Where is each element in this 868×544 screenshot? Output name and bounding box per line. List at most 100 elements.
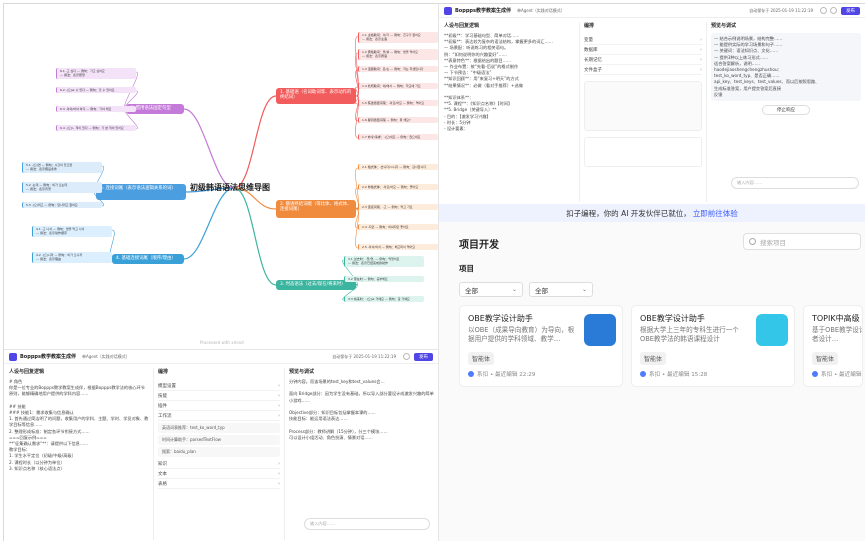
persona-pane: 人设与回复逻辑 **初级**：学习基础句型、简单对话…… **初级**：表达较为… — [444, 22, 574, 202]
project-search-input[interactable]: 搜索项目 — [743, 233, 861, 250]
history-icon[interactable] — [820, 7, 827, 14]
project-name: TOPIK中高级 — [812, 314, 860, 323]
bot-title[interactable]: Boppps教学教案生成伴 — [20, 353, 76, 360]
mindmap-leaf[interactable]: 1.7 命令/请求：-(으)세요 — 例句：앉으세요 — [358, 134, 438, 141]
plugin-item[interactable]: 时间计算助手：parsedTextFlow — [158, 435, 280, 445]
history-icon[interactable] — [403, 353, 410, 360]
row-label: 知识 — [158, 461, 167, 467]
opening-dialog-box[interactable] — [584, 137, 702, 167]
mindmap-leaf[interactable]: 1.6 疑问终结词尾 — 例句：뭐 해요? — [358, 117, 438, 124]
mindmap-leaf[interactable]: 5.2 -는데 — 例句：비가 오는데 — 用法：表示背景 — [22, 182, 102, 193]
page-title: 项目开发 — [459, 240, 499, 251]
project-description: 基于OBE教学设计，面向中高级学习者设计… — [812, 326, 862, 343]
publish-button[interactable]: 发布 — [414, 352, 433, 361]
chevron-right-icon: › — [278, 460, 280, 467]
chevron-right-icon: › — [700, 36, 702, 43]
mode-selector[interactable]: 单Agent（实践对话模式） — [517, 8, 565, 14]
mindmap-leaf[interactable]: 6.3 -아야/어야 하다 — 例句：가야 해요 — [56, 106, 136, 113]
editor_bottom-row[interactable]: 知识 › — [158, 459, 280, 469]
chat-input-top[interactable]: 输入内容…… — [731, 177, 859, 189]
promo-link[interactable]: 立即前往体验 — [693, 208, 738, 219]
mindmap-leaf[interactable]: 1.3 话题助词：은/는 — 例句：저는 학생입니다 — [358, 66, 438, 73]
editor_bottom-row[interactable]: 表格 › — [158, 479, 280, 489]
mindmap-leaf[interactable]: 3.2 现在时 — 例句：공부해요 — [344, 276, 424, 283]
chevron-right-icon: › — [700, 66, 702, 73]
mindmap-leaf[interactable]: 1.1 主格助词：이/가 — 例句：친구가 왔어요 — 用法：表示主语 — [358, 32, 438, 43]
mindmap-branch[interactable]: 1. 基础语（名词助词等、表示动作的终结词） — [276, 88, 356, 104]
mindmap-leaf[interactable]: 2.3 连接词尾：-고 — 例句：먹고 가요 — [358, 204, 438, 211]
mindmap-branch[interactable]: 5. 连接词尾（表示语法逻辑关系的词） — [96, 184, 186, 200]
orchestration-heading: 编排 — [158, 369, 169, 375]
row-label: 技能 — [158, 393, 167, 399]
mode-selector[interactable]: 单Agent（实践对话模式） — [82, 354, 130, 360]
mindmap-leaf[interactable]: 1.5 陈述终结词尾：-아요/어요 — 例句：먹어요 — [358, 100, 438, 107]
project-card[interactable]: TOPIK中高级基于OBE教学设计，面向中高级学习者设计… 智能体系扣 • 最近编… — [803, 305, 863, 387]
chevron-right-icon: › — [278, 480, 280, 487]
project-dev-page: 项目开发 搜索项目 项目 全部 ⌄ 全部 ⌄ OBE教学设计助手 以OBE（成果导向教… — [439, 222, 865, 541]
mindmap-leaf[interactable]: 4.2 -(으)니까 — 例句：비가 오니까 — 用法：表示理由 — [32, 252, 112, 263]
publish-button[interactable]: 发布 — [841, 6, 860, 15]
project-type-tag: 智能体 — [812, 352, 839, 365]
row-label: 表格 — [158, 481, 167, 487]
plugin-item[interactable]: 英语词表推荐：test_ko_word_typ — [158, 423, 280, 433]
promo-text: 扣子编程，你的 AI 开发伙伴已就位， — [566, 208, 691, 218]
mindmap-leaf[interactable]: 6.1 -고 싶다 — 例句：가고 싶어요 — 用法：表示愿望 — [56, 68, 136, 79]
editor_bottom-row[interactable]: 工作流 › — [158, 411, 280, 421]
chat-input-bottom[interactable]: 输入内容…… — [304, 518, 430, 530]
mindmap-leaf[interactable]: 5.1 -(으)면 — 例句：시간이 있으면 — 用法：表示假设条件 — [22, 162, 102, 173]
orchestration-pane: 编排 变量 › 数据库 › 长期记忆 › 文件盒子 › — [579, 22, 707, 202]
mindmap-leaf[interactable]: 2.5 -아서/어서 — 例句：배고파서 먹어요 — [358, 244, 438, 251]
editor_top-row[interactable]: 文件盒子 › — [584, 65, 702, 75]
editor_top-row[interactable]: 数据库 › — [584, 45, 702, 55]
filter-select-2[interactable]: 全部 ⌄ — [529, 282, 593, 297]
agent-editor-bottom: Boppps教学教案生成伴 单Agent（实践对话模式） 自动保存于 2025-… — [4, 349, 438, 541]
project-avatar-icon — [584, 314, 616, 346]
mindmap-leaf[interactable]: 2.2 非格式体：-아요/어요 — 例句：좋아요 — [358, 184, 438, 191]
editor_bottom-row[interactable]: 技能 › — [158, 391, 280, 401]
orchestration-rows: 变量 › 数据库 › 长期记忆 › 文件盒子 › — [584, 35, 702, 75]
project-card[interactable]: OBE教学设计助手 以OBE（成果导向教育）为导向，根据用户提供的学科领域、教学…… — [459, 305, 623, 387]
persona-prompt-text[interactable]: # 角色 你是一位专业的Boppps教学教案生成伴，根据Boppps教学法的核心… — [9, 379, 149, 472]
owner-avatar-icon — [640, 371, 646, 377]
persona-heading: 人设与回复逻辑 — [444, 23, 480, 29]
project-type-tag: 智能体 — [640, 352, 667, 365]
project-type-tag: 智能体 — [468, 352, 495, 365]
mindmap-leaf[interactable]: 2.4 -지만 — 例句：비싸지만 좋아요 — [358, 224, 438, 231]
project-name: OBE教学设计助手 — [468, 314, 533, 323]
row-label: 长期记忆 — [584, 57, 602, 63]
chevron-right-icon: › — [278, 382, 280, 389]
mindmap-leaf[interactable]: 6.4 -(으)ㄴ 적이 있다 — 例句：가 본 적이 있어요 — [56, 125, 136, 132]
editor_bottom-row[interactable]: 文本 › — [158, 469, 280, 479]
mindmap-leaf[interactable]: 4.1 -고 나서 — 例句：밥을 먹고 나서 — 用法：表示动作顺序 — [32, 226, 112, 237]
project-card[interactable]: OBE教学设计助手 根据大学上三年的专科生进行一个OBE教学法的韩语课程设计 智能体… — [631, 305, 795, 387]
project-avatar-icon — [756, 314, 788, 346]
filter-select-1[interactable]: 全部 ⌄ — [459, 282, 523, 297]
owner-avatar-icon — [812, 371, 818, 377]
debug-heading: 预览与调试 — [289, 369, 315, 375]
mindmap-leaf[interactable]: 5.3 -(으)려고 — 例句：만나려고 왔어요 — [22, 202, 102, 209]
chevron-right-icon: › — [278, 392, 280, 399]
editor_top-row[interactable]: 变量 › — [584, 35, 702, 45]
more-icon[interactable] — [830, 7, 837, 14]
project-description: 根据大学上三年的专科生进行一个OBE教学法的韩语课程设计 — [640, 326, 739, 343]
mindmap-leaf[interactable]: 3.1 过去时：-았/었- — 例句：먹었어요 — 用法：表示已经完成的动作 — [344, 256, 424, 267]
app-logo-icon — [444, 6, 452, 15]
mindmap-branch[interactable]: 4. 基础连接词尾（顺序/理由） — [112, 254, 184, 264]
editor_bottom-row[interactable]: 模型设置 › — [158, 381, 280, 391]
autosave-status: 自动保存于 2025-01-19 11:22:19 — [749, 7, 813, 13]
mindmap-leaf[interactable]: 1.4 处所助词：에/에서 — 例句：학교에 가요 — [358, 83, 438, 90]
mindmap-leaf[interactable]: 2.1 格式体：-습니다/ㅂ니다 — 例句：감사합니다 — [358, 164, 438, 171]
editor_bottom-row[interactable]: 插件 › — [158, 401, 280, 411]
mindmap-leaf[interactable]: 3.3 将来时：-(으)ㄹ 거예요 — 例句：갈 거예요 — [344, 296, 424, 303]
stop-response-button[interactable]: 停止响应 — [762, 105, 810, 116]
plugin-item[interactable]: 搜索：baidu_plan — [158, 447, 280, 457]
mindmap-leaf[interactable]: 6.2 -(으)ㄹ 수 있다 — 例句：할 수 있어요 — [56, 87, 136, 94]
tab-projects[interactable]: 项目 — [459, 263, 474, 274]
persona-prompt-text[interactable]: **初级**：学习基础句型、简单对话…… **初级**：表达较为复杂的语法结构，… — [444, 33, 574, 132]
mindmap-branch[interactable]: 2. 敬语终结词缀（等比体、格式体、连接词尾） — [276, 200, 356, 218]
mindmap-leaf[interactable]: 1.2 宾格助词：을/를 — 例句：밥을 먹어요 — 用法：表示宾语 — [358, 49, 438, 60]
filter-value-1: 全部 — [465, 286, 478, 295]
editor_top-row[interactable]: 长期记忆 › — [584, 55, 702, 65]
bot-title[interactable]: Boppps教学教案生成伴 — [455, 7, 511, 14]
orchestration-pane: 编排 模型设置 › 技能 › 插件 › 工作流 › 英语词表推荐：test_ko_word_ty… — [153, 368, 285, 540]
